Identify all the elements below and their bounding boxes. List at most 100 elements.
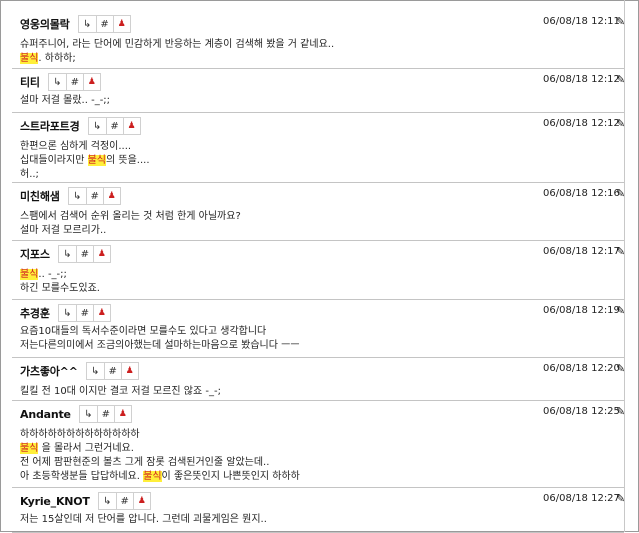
comment-header: 지포스 ↳ # ♟ <box>20 245 111 263</box>
comment-line: 설마 저걸 몰랐.. -_-;; <box>20 94 110 108</box>
edit-icon[interactable]: ✎ <box>616 304 625 317</box>
comment-action-group: ↳ # ♟ <box>97 492 151 510</box>
comment-text: 설마 저걸 몰랐.. -_-;; <box>20 95 111 106</box>
report-icon[interactable]: ♟ <box>92 246 110 262</box>
edit-icon[interactable]: ✎ <box>616 117 625 130</box>
hash-icon[interactable]: # <box>85 188 103 204</box>
hash-icon[interactable]: # <box>96 406 114 422</box>
hash-icon[interactable]: # <box>65 74 83 90</box>
comment-item: 가츠좋아^^ ↳ # ♟ 06/08/18 12:20 ✎ 킬킬 전 10대 이지만 결코 … <box>12 357 625 401</box>
comment-line: 저는 15살인데 저 단어를 압니다. 그런데 괴물게임은 뭔지.. <box>20 513 267 527</box>
hash-icon[interactable]: # <box>75 246 93 262</box>
comment-header: 스트라포트경 ↳ # ♟ <box>20 117 141 135</box>
hash-icon[interactable]: # <box>115 493 133 509</box>
highlighted-keyword: 불식 <box>20 269 39 280</box>
comment-text: 킬킬 전 10대 이지만 결코 저걸 모르진 않죠 -_-; <box>20 386 221 397</box>
edit-icon[interactable]: ✎ <box>616 15 625 28</box>
comment-header: Andante ↳ # ♟ <box>20 405 132 423</box>
highlighted-keyword: 불식 <box>20 53 39 64</box>
comment-author[interactable]: 미친해샘 <box>20 188 60 204</box>
comment-author[interactable]: 영웅의몰락 <box>20 16 70 32</box>
comment-date: 06/08/18 12:12 <box>543 74 620 85</box>
comment-text: 하하하하하하하하하하하하하 <box>20 429 140 440</box>
comment-action-group: ↳ # ♟ <box>77 15 131 33</box>
comment-action-group: ↳ # ♟ <box>78 405 132 423</box>
reply-icon[interactable]: ↳ <box>69 188 86 204</box>
edit-icon[interactable]: ✎ <box>616 73 625 86</box>
reply-icon[interactable]: ↳ <box>80 406 97 422</box>
comment-body: 한편으론 심하게 걱정이.... 십대들이라지만 불식의 뜻을.... 허..; <box>20 140 150 182</box>
report-icon[interactable]: ♟ <box>113 406 131 422</box>
comment-date: 06/08/18 12:12 <box>543 118 620 129</box>
edit-icon[interactable]: ✎ <box>616 245 625 258</box>
hash-icon[interactable]: # <box>95 16 113 32</box>
comment-author[interactable]: Andante <box>20 408 71 421</box>
reply-icon[interactable]: ↳ <box>59 246 76 262</box>
comment-action-group: ↳ # ♟ <box>87 117 141 135</box>
comment-item: 지포스 ↳ # ♟ 06/08/18 12:17 ✎ 불식.. -_-;; 하긴 모를수도있죠… <box>12 240 625 300</box>
report-icon[interactable]: ♟ <box>102 188 120 204</box>
comment-date: 06/08/18 12:25 <box>543 406 620 417</box>
comment-header: 미친해샘 ↳ # ♟ <box>20 187 121 205</box>
comment-author[interactable]: 티티 <box>20 74 40 90</box>
edit-icon[interactable]: ✎ <box>616 492 625 505</box>
comment-item: 미친해샘 ↳ # ♟ 06/08/18 12:16 ✎ 스팸에서 검색어 순위 올리는 것 … <box>12 182 625 241</box>
comment-author[interactable]: 스트라포트경 <box>20 118 80 134</box>
comment-item: 스트라포트경 ↳ # ♟ 06/08/18 12:12 ✎ 한편으론 심하게 걱정이....… <box>12 112 625 183</box>
comment-date: 06/08/18 12:11 <box>543 16 620 27</box>
edit-icon[interactable]: ✎ <box>616 187 625 200</box>
comment-date: 06/08/18 12:16 <box>543 188 620 199</box>
comment-date: 06/08/18 12:17 <box>543 246 620 257</box>
comment-line: 요즘10대들의 독서수준이라면 모를수도 있다고 생각합니다 <box>20 325 300 339</box>
comment-header: 추경훈 ↳ # ♟ <box>20 304 111 322</box>
report-icon[interactable]: ♟ <box>112 16 130 32</box>
hash-icon[interactable]: # <box>75 305 93 321</box>
report-icon[interactable]: ♟ <box>132 493 150 509</box>
comment-header: Kyrie_KNOT ↳ # ♟ <box>20 492 151 510</box>
comment-text: 을 몰라서 그런거네요. <box>38 443 134 454</box>
comment-text: 스팸에서 검색어 순위 올리는 것 처럼 한게 아닐까요? <box>20 211 241 222</box>
comment-text: 한편으론 심하게 걱정이.... <box>20 141 132 152</box>
comment-text: . 하하하; <box>38 53 76 64</box>
report-icon[interactable]: ♟ <box>82 74 100 90</box>
comment-line: 슈퍼주니어, 라는 단어에 민감하게 반응하는 계층이 검색해 봤을 거 같네요… <box>20 38 334 52</box>
comment-line: 불식 을 몰라서 그런거네요. <box>20 442 300 456</box>
comment-text: 전 어제 팜판현준의 볼츠 그게 잠롯 검색된거인줄 알았는데.. <box>20 457 270 468</box>
hash-icon[interactable]: # <box>105 118 123 134</box>
comment-header: 가츠좋아^^ ↳ # ♟ <box>20 362 139 380</box>
hash-icon[interactable]: # <box>103 363 121 379</box>
comment-author[interactable]: Kyrie_KNOT <box>20 495 90 508</box>
comment-text: 십대들이라지만 <box>20 155 88 166</box>
report-icon[interactable]: ♟ <box>122 118 140 134</box>
comment-text: .. -_-;; <box>38 269 67 280</box>
reply-icon[interactable]: ↳ <box>59 305 76 321</box>
comment-item: 티티 ↳ # ♟ 06/08/18 12:12 ✎ 설마 저걸 몰랐.. -_-;; <box>12 68 625 113</box>
comment-header: 영웅의몰락 ↳ # ♟ <box>20 15 131 33</box>
comment-body: 불식.. -_-;; 하긴 모를수도있죠. <box>20 268 100 296</box>
reply-icon[interactable]: ↳ <box>79 16 96 32</box>
reply-icon[interactable]: ↳ <box>49 74 66 90</box>
edit-icon[interactable]: ✎ <box>616 405 625 418</box>
comment-date: 06/08/18 12:19 <box>543 305 620 316</box>
comment-action-group: ↳ # ♟ <box>47 73 101 91</box>
edit-icon[interactable]: ✎ <box>616 362 625 375</box>
report-icon[interactable]: ♟ <box>120 363 138 379</box>
comment-text: 아 초등학생분들 답답하네요. <box>20 471 144 482</box>
comment-text: 하긴 모를수도있죠. <box>20 283 100 294</box>
comment-text: 슈퍼주니어, 라는 단어에 민감하게 반응하는 계층이 검색해 봤을 거 같네요… <box>20 39 335 50</box>
comment-author[interactable]: 추경훈 <box>20 305 50 321</box>
comment-item: Andante ↳ # ♟ 06/08/18 12:25 ✎ 하하하하하하하하하하하하하불식… <box>12 400 625 488</box>
comment-date: 06/08/18 12:27 <box>543 493 620 504</box>
comment-text: 저는다른의미에서 조금의아했는데 설마하는마음으로 봤습니다 ㅡㅡ <box>20 340 300 351</box>
comment-text: 요즘10대들의 독서수준이라면 모를수도 있다고 생각합니다 <box>20 326 267 337</box>
comment-body: 슈퍼주니어, 라는 단어에 민감하게 반응하는 계층이 검색해 봤을 거 같네요… <box>20 38 334 66</box>
report-icon[interactable]: ♟ <box>92 305 110 321</box>
comment-author[interactable]: 지포스 <box>20 246 50 262</box>
comment-item: 추경훈 ↳ # ♟ 06/08/18 12:19 ✎ 요즘10대들의 독서수준이라면 모를수… <box>12 299 625 358</box>
highlighted-keyword: 불식 <box>143 471 162 482</box>
reply-icon[interactable]: ↳ <box>99 493 116 509</box>
reply-icon[interactable]: ↳ <box>87 363 104 379</box>
reply-icon[interactable]: ↳ <box>89 118 106 134</box>
comment-author[interactable]: 가츠좋아^^ <box>20 363 78 379</box>
comment-line: 저는다른의미에서 조금의아했는데 설마하는마음으로 봤습니다 ㅡㅡ <box>20 339 300 353</box>
